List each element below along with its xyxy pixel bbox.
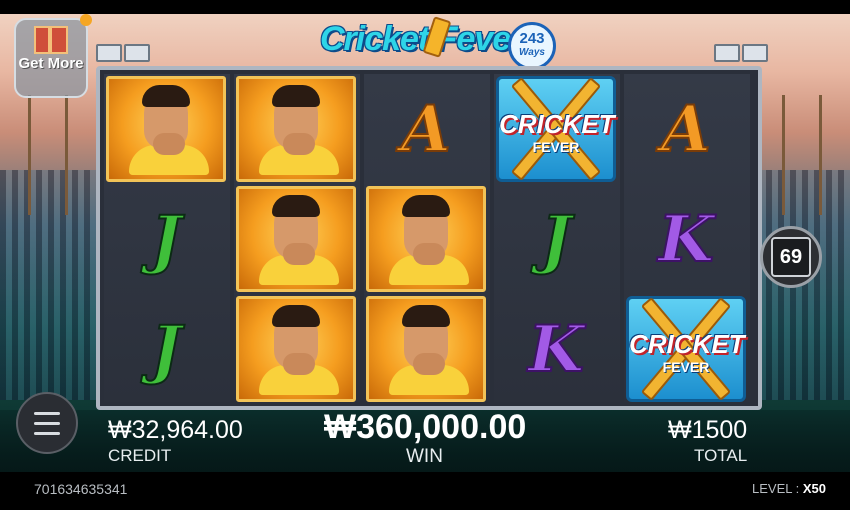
floodlight-icon (742, 44, 768, 62)
reel-2 (234, 74, 360, 402)
symbol-letter: J (540, 201, 572, 278)
wild-line1: CRICKET (629, 329, 745, 359)
symbol-player (366, 186, 486, 292)
reel-3: A (364, 74, 490, 402)
symbol-letter: K (657, 201, 715, 278)
game-title: Cricket Fever (320, 20, 523, 58)
player-hands (283, 243, 315, 265)
hamburger-icon-line (34, 431, 60, 435)
symbol-letter: J (150, 201, 182, 278)
game-stage: Cricket Fever 243 Ways Get More J J A CRICK… (0, 0, 850, 510)
win-label: WIN (406, 446, 443, 467)
wild-line2: FEVER (532, 139, 580, 155)
reel-5: A K CRICKET FEVER (624, 74, 750, 402)
level-value: X50 (802, 481, 826, 496)
reel-grid: J J A CRICKET FEVER J K A K CRICKET FEVER (96, 66, 762, 410)
gift-icon (34, 26, 68, 54)
symbol-J: J (496, 186, 616, 292)
total-bet-value[interactable]: ₩1500 (668, 416, 747, 445)
floodlight-tower-right (782, 95, 822, 215)
get-more-label: Get More (18, 55, 84, 72)
floodlight-icon (96, 44, 122, 62)
symbol-letter: A (400, 91, 452, 168)
get-more-button[interactable]: Get More (14, 14, 92, 98)
round-id: 701634635341 (34, 481, 128, 497)
symbol-letter: J (150, 311, 182, 388)
credit-value: ₩32,964.00 (108, 416, 243, 444)
symbol-J: J (106, 186, 226, 292)
floodlight-icon (124, 44, 150, 62)
menu-button[interactable] (16, 392, 78, 454)
symbol-player (106, 76, 226, 182)
level-label: LEVEL : (752, 481, 800, 496)
floodlight-icon (714, 44, 740, 62)
symbol-letter: A (660, 91, 712, 168)
player-hands (413, 353, 445, 375)
ways-badge: 243 Ways (508, 22, 556, 70)
symbol-player (236, 296, 356, 402)
level-indicator: LEVEL : X50 (752, 481, 826, 496)
symbol-player (366, 296, 486, 402)
total-bet-label: TOTAL (694, 446, 748, 465)
player-hands (153, 133, 185, 155)
symbol-K: K (626, 186, 746, 292)
ways-label: Ways (519, 47, 545, 58)
symbol-wild: CRICKET FEVER (496, 76, 616, 182)
player-hands (283, 353, 315, 375)
symbol-letter: K (527, 311, 585, 388)
symbol-A: A (626, 76, 746, 182)
credit-label: CREDIT (108, 446, 172, 465)
notification-dot (80, 14, 92, 26)
win-value: ₩360,000.00 (324, 408, 527, 446)
reel-1: JJ (104, 74, 230, 402)
symbol-K: K (496, 296, 616, 402)
reel-4: CRICKET FEVER J K (494, 74, 620, 402)
symbol-A: A (366, 76, 486, 182)
player-hands (413, 243, 445, 265)
player-hands (283, 133, 315, 155)
top-bar (0, 0, 850, 14)
symbol-J: J (106, 296, 226, 402)
symbol-player (236, 76, 356, 182)
game-logo: Cricket Fever 243 Ways (312, 16, 556, 70)
hamburger-icon (34, 411, 60, 415)
spin-counter[interactable]: 69 (760, 226, 822, 288)
hamburger-icon-line (34, 421, 60, 425)
wild-line1: CRICKET (499, 109, 615, 139)
symbol-wild: CRICKET FEVER (626, 296, 746, 402)
spin-counter-value: 69 (771, 237, 811, 277)
ways-number: 243 (519, 30, 545, 47)
footer-bar: 701634635341 LEVEL : X50 (0, 472, 850, 510)
wild-line2: FEVER (662, 359, 710, 375)
symbol-player (236, 186, 356, 292)
floodlight-tower-left (28, 95, 68, 215)
